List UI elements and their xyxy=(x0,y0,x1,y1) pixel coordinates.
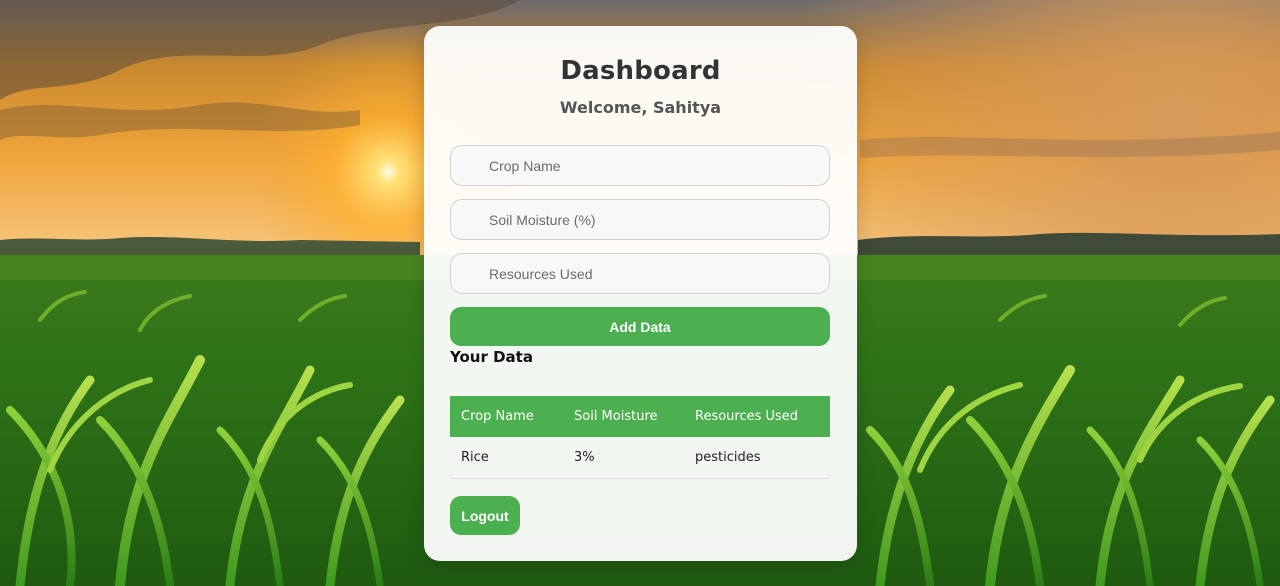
table-header-row: Crop Name Soil Moisture Resources Used xyxy=(450,396,830,437)
data-table: Crop Name Soil Moisture Resources Used R… xyxy=(450,396,830,479)
logout-button[interactable]: Logout xyxy=(450,496,520,535)
table-row: Rice 3% pesticides xyxy=(450,437,830,479)
cell-soil-moisture: 3% xyxy=(563,437,684,479)
soil-moisture-input[interactable] xyxy=(450,199,830,240)
cell-crop-name: Rice xyxy=(450,437,563,479)
welcome-message: Welcome, Sahitya xyxy=(559,98,722,117)
column-header-soil-moisture: Soil Moisture xyxy=(563,396,684,437)
page-title: Dashboard xyxy=(560,56,721,86)
column-header-crop-name: Crop Name xyxy=(450,396,563,437)
cell-resources-used: pesticides xyxy=(684,437,830,479)
crop-name-input[interactable] xyxy=(450,145,830,186)
resources-used-input[interactable] xyxy=(450,253,830,294)
add-data-button[interactable]: Add Data xyxy=(450,307,830,346)
your-data-heading: Your Data xyxy=(450,348,533,366)
column-header-resources-used: Resources Used xyxy=(684,396,830,437)
dashboard-card: Dashboard Welcome, Sahitya Add Data Your… xyxy=(424,26,857,561)
